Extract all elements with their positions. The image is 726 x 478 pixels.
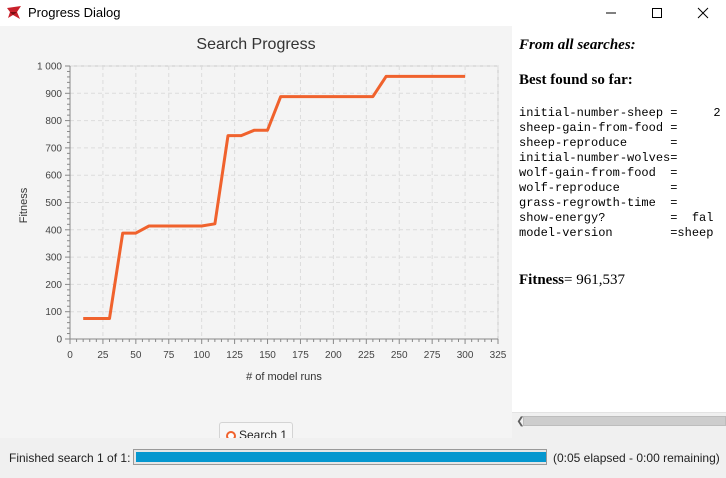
y-tick-label: 700 xyxy=(45,143,62,154)
x-tick-label: 200 xyxy=(325,350,342,361)
parameter-list: initial-number-sheep = 2 sheep-gain-from-… xyxy=(519,106,721,241)
results-panel: From all searches: Best found so far: in… xyxy=(512,26,726,412)
parameter-row: sheep-gain-from-food = xyxy=(519,121,678,135)
y-tick-label: 800 xyxy=(45,116,62,127)
x-tick-label: 325 xyxy=(490,350,507,361)
chart-panel: Search Progress 0 25 50 75 100 125 150 175 200 22… xyxy=(0,26,512,450)
x-tick-label: 225 xyxy=(358,350,375,361)
status-bar: Finished search 1 of 1: (0:05 elapsed - … xyxy=(0,438,726,478)
y-tick-label: 100 xyxy=(45,307,62,318)
y-tick-label: 400 xyxy=(45,225,62,236)
line-chart: 0 25 50 75 100 125 150 175 200 225 250 275 300 325 0 10… xyxy=(18,62,507,384)
fitness-result: Fitness= 961,537 xyxy=(519,272,625,289)
x-tick-label: 0 xyxy=(67,350,73,361)
x-tick-label: 300 xyxy=(457,350,474,361)
parameter-row: wolf-gain-from-food = xyxy=(519,166,678,180)
minimize-button[interactable] xyxy=(588,0,634,26)
heading-best-found: Best found so far: xyxy=(519,72,633,88)
x-tick-label: 50 xyxy=(130,350,142,361)
title-bar: Progress Dialog xyxy=(0,0,726,26)
elapsed-time: (0:05 elapsed - 0:00 remaining) xyxy=(553,451,720,465)
maximize-button[interactable] xyxy=(634,0,680,26)
parameter-row: show-energy? = fal xyxy=(519,211,714,225)
progress-bar xyxy=(133,449,547,465)
y-tick-label: 900 xyxy=(45,89,62,100)
maximize-icon xyxy=(652,8,662,18)
x-tick-label: 275 xyxy=(424,350,441,361)
parameter-row: wolf-reproduce = xyxy=(519,181,678,195)
progress-fill xyxy=(136,452,546,462)
y-tick-label: 0 xyxy=(56,335,62,346)
parameter-row: initial-number-wolves= xyxy=(519,151,678,165)
x-tick-label: 150 xyxy=(259,350,276,361)
parameter-row: grass-regrowth-time = xyxy=(519,196,678,210)
y-tick-label: 200 xyxy=(45,280,62,291)
y-tick-label: 1 000 xyxy=(37,62,62,73)
fitness-value: = 961,537 xyxy=(564,272,625,288)
horizontal-scrollbar[interactable]: ❮ xyxy=(512,412,726,430)
minimize-icon xyxy=(606,12,616,14)
close-icon xyxy=(697,7,709,19)
scrollbar-thumb[interactable] xyxy=(523,416,726,426)
x-tick-label: 75 xyxy=(163,350,175,361)
y-tick-label: 500 xyxy=(45,198,62,209)
x-tick-label: 175 xyxy=(292,350,309,361)
x-tick-label: 250 xyxy=(391,350,408,361)
x-tick-label: 25 xyxy=(97,350,109,361)
window-title: Progress Dialog xyxy=(28,5,121,20)
fitness-label: Fitness xyxy=(519,272,564,288)
close-button[interactable] xyxy=(680,0,726,26)
y-tick-label: 300 xyxy=(45,253,62,264)
x-tick-label: 100 xyxy=(193,350,210,361)
x-axis-label: # of model runs xyxy=(246,371,322,383)
parameter-row: sheep-reproduce = xyxy=(519,136,678,150)
y-axis-label: Fitness xyxy=(18,187,30,223)
heading-all-searches: From all searches: xyxy=(519,37,636,53)
red-bird-icon xyxy=(7,6,21,19)
status-label: Finished search 1 of 1: xyxy=(9,451,131,465)
x-tick-label: 125 xyxy=(226,350,243,361)
parameter-row: model-version =sheep xyxy=(519,226,714,240)
y-tick-label: 600 xyxy=(45,171,62,182)
parameter-row: initial-number-sheep = 2 xyxy=(519,106,721,120)
